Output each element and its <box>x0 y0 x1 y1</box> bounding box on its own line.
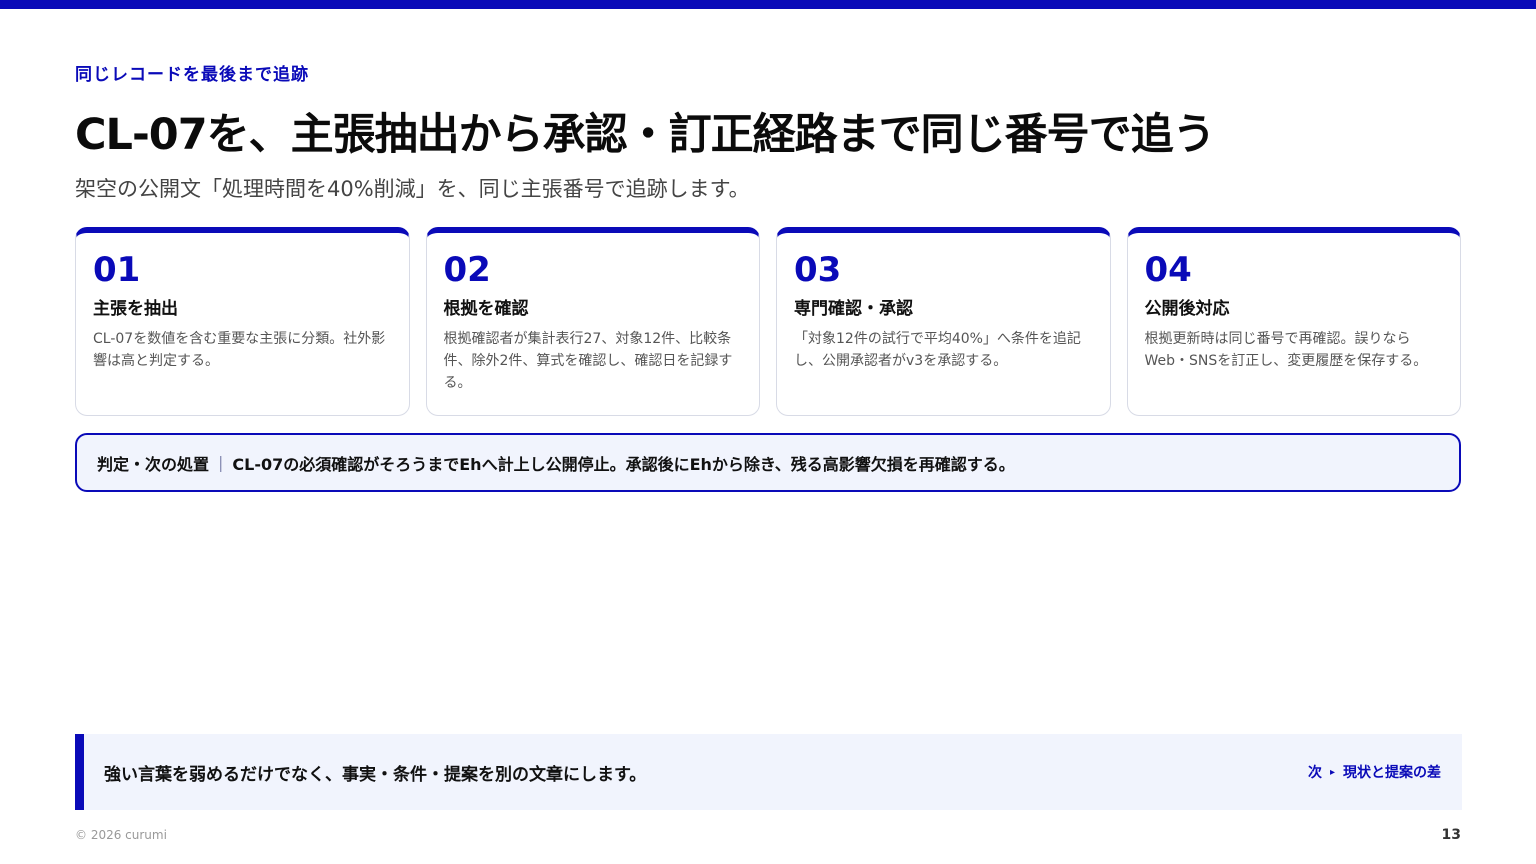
verdict-label: 判定・次の処置 <box>97 454 210 474</box>
step-title: 主張を抽出 <box>93 299 178 319</box>
step-number: 04 <box>1144 250 1192 290</box>
page-title: CL-07を、主張抽出から承認・訂正経路まで同じ番号で追う <box>75 110 1216 160</box>
step-description: 根拠更新時は同じ番号で再確認。誤りならWeb・SNSを訂正し、変更履歴を保存する… <box>1144 331 1428 369</box>
play-arrow-icon: ▸ <box>1329 766 1335 778</box>
verdict-box: 判定・次の処置 | CL-07の必須確認がそろうまでEhへ計上し公開停止。承認後… <box>75 433 1461 492</box>
step-number: 03 <box>794 250 842 290</box>
takeaway-text: 強い言葉を弱めるだけでなく、事実・条件・提案を別の文章にします。 <box>104 764 647 785</box>
verdict-text: CL-07の必須確認がそろうまでEhへ計上し公開停止。承認後にEhから除き、残る… <box>232 454 1015 474</box>
step-description: 根拠確認者が集計表行27、対象12件、比較条件、除外2件、算式を確認し、確認日を… <box>443 331 733 391</box>
step-number: 02 <box>443 250 491 290</box>
page-number: 13 <box>1441 827 1461 843</box>
next-prefix: 次 <box>1307 765 1322 781</box>
eyebrow-label: 同じレコードを最後まで追跡 <box>75 65 309 85</box>
step-card-1: 01 主張を抽出 CL-07を数値を含む重要な主張に分類。社外影響は高と判定する… <box>75 227 410 416</box>
next-section-label: 現状と提案の差 <box>1343 765 1441 781</box>
next-section-link[interactable]: 次 ▸ 現状と提案の差 <box>1308 762 1441 782</box>
top-accent-bar <box>0 0 1536 9</box>
page-subtitle: 架空の公開文「処理時間を40%削減」を、同じ主張番号で追跡します。 <box>75 177 750 201</box>
step-number: 01 <box>93 250 141 290</box>
copyright: © 2026 curumi <box>75 828 167 842</box>
step-cards: 01 主張を抽出 CL-07を数値を含む重要な主張に分類。社外影響は高と判定する… <box>75 227 1461 416</box>
verdict-separator: | <box>218 453 224 472</box>
step-description: 「対象12件の試行で平均40%」へ条件を追記し、公開承認者がv3を承認する。 <box>794 331 1081 369</box>
step-title: 専門確認・承認 <box>794 299 913 319</box>
step-card-4: 04 公開後対応 根拠更新時は同じ番号で再確認。誤りならWeb・SNSを訂正し、… <box>1126 227 1461 416</box>
step-card-2: 02 根拠を確認 根拠確認者が集計表行27、対象12件、比較条件、除外2件、算式… <box>425 227 760 416</box>
takeaway-banner: 強い言葉を弱めるだけでなく、事実・条件・提案を別の文章にします。 次 ▸ 現状と… <box>75 734 1462 810</box>
step-description: CL-07を数値を含む重要な主張に分類。社外影響は高と判定する。 <box>93 331 386 369</box>
step-title: 公開後対応 <box>1144 299 1230 319</box>
step-title: 根拠を確認 <box>443 299 529 319</box>
step-card-3: 03 専門確認・承認 「対象12件の試行で平均40%」へ条件を追記し、公開承認者… <box>776 227 1111 416</box>
